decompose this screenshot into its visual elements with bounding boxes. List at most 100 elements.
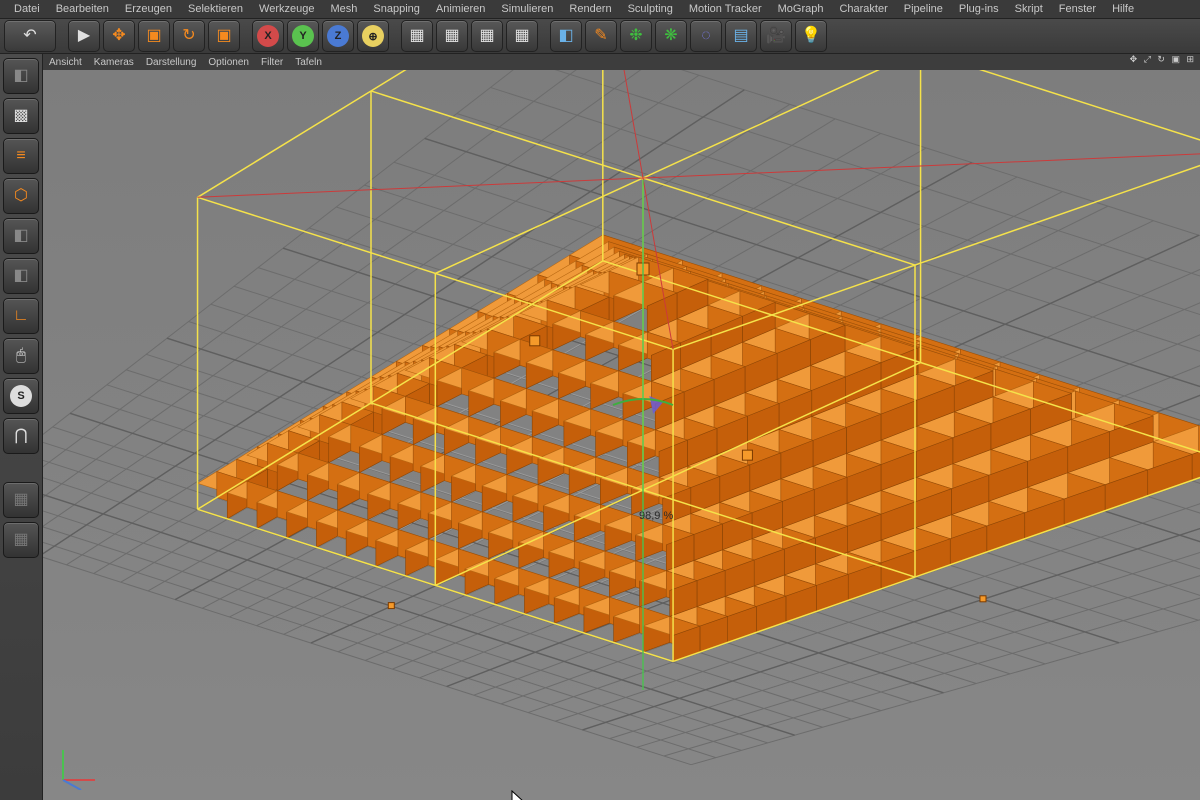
add-floor-button[interactable]: ▤ [725, 20, 757, 52]
model-mode-button[interactable]: ▩ [3, 98, 39, 134]
last-tool[interactable]: ▣ [208, 20, 240, 52]
magnet-icon: ⋂ [14, 428, 27, 444]
add-camera-button[interactable]: 🎥 [760, 20, 792, 52]
world-icon: ⊕ [362, 25, 384, 47]
workplane2-icon: ▦ [13, 532, 28, 548]
texture-icon: ≡ [16, 148, 25, 164]
magnet-button[interactable]: ⋂ [3, 418, 39, 454]
add-environment-button[interactable]: ◌ [690, 20, 722, 52]
scale-icon: ▣ [146, 28, 161, 44]
menu-motiontracker[interactable]: Motion Tracker [681, 2, 770, 16]
poly-icon: ◧ [13, 268, 28, 284]
clapper3-icon: ▦ [479, 28, 494, 44]
viewport-canvas[interactable]: 98,9 % [43, 70, 1200, 800]
rotate-icon: ↻ [182, 28, 195, 44]
undo-button[interactable]: ↶ [4, 20, 56, 52]
menu-skript[interactable]: Skript [1007, 2, 1051, 16]
menu-bearbeiten[interactable]: Bearbeiten [48, 2, 117, 16]
menu-werkzeuge[interactable]: Werkzeuge [251, 2, 322, 16]
menu-fenster[interactable]: Fenster [1051, 2, 1104, 16]
deformer-icon: ❋ [664, 28, 677, 44]
menu-datei[interactable]: Datei [6, 2, 48, 16]
axis-z-toggle[interactable]: Z [322, 20, 354, 52]
add-deformer-button[interactable]: ❋ [655, 20, 687, 52]
edge-icon: ◧ [13, 228, 28, 244]
viewport[interactable]: Ansicht Kameras Darstellung Optionen Fil… [43, 54, 1200, 800]
mouse-icon: 🖱 [16, 348, 26, 364]
world-toggle[interactable]: ⊕ [357, 20, 389, 52]
x-icon: X [257, 25, 279, 47]
vmenu-tafeln[interactable]: Tafeln [295, 57, 322, 68]
light-icon: 💡 [801, 28, 821, 44]
mouse-cursor-icon [511, 790, 529, 800]
axis-x-toggle[interactable]: X [252, 20, 284, 52]
clapper2-icon: ▦ [444, 28, 459, 44]
menu-sculpting[interactable]: Sculpting [620, 2, 681, 16]
menu-mesh[interactable]: Mesh [322, 2, 365, 16]
y-icon: Y [292, 25, 314, 47]
viewport-nav-icons[interactable]: ✥ ⤢ ↻ ▣ ⊞ [1130, 54, 1196, 65]
menu-mograph[interactable]: MoGraph [770, 2, 832, 16]
cursor-icon: ▶ [78, 28, 90, 44]
model-icon: ▩ [13, 108, 28, 124]
snap-toggle-button[interactable]: S [3, 378, 39, 414]
menu-charakter[interactable]: Charakter [831, 2, 895, 16]
add-generator-button[interactable]: ❉ [620, 20, 652, 52]
render-region-button[interactable]: ▦ [506, 20, 538, 52]
point-icon: ⬡ [14, 188, 28, 204]
menu-pipeline[interactable]: Pipeline [896, 2, 951, 16]
point-mode-button[interactable]: ⬡ [3, 178, 39, 214]
scale-percent-label: 98,9 % [639, 510, 673, 522]
vmenu-filter[interactable]: Filter [261, 57, 283, 68]
mode-dock: ◧ ▩ ≡ ⬡ ◧ ◧ ∟ 🖱 S ⋂ ▦ ▦ [0, 54, 43, 800]
clapper-icon: ▦ [409, 28, 424, 44]
render-pv-button[interactable]: ▦ [436, 20, 468, 52]
rotate-tool[interactable]: ↻ [173, 20, 205, 52]
vmenu-darstellung[interactable]: Darstellung [146, 57, 197, 68]
menu-simulieren[interactable]: Simulieren [493, 2, 561, 16]
axis-icon: ∟ [13, 308, 29, 324]
menu-hilfe[interactable]: Hilfe [1104, 2, 1142, 16]
vmenu-kameras[interactable]: Kameras [94, 57, 134, 68]
snap-icon: S [10, 385, 32, 407]
menu-plugins[interactable]: Plug-ins [951, 2, 1007, 16]
menu-erzeugen[interactable]: Erzeugen [117, 2, 180, 16]
menu-snapping[interactable]: Snapping [365, 2, 428, 16]
floor-icon: ▤ [733, 28, 748, 44]
texture-mode-button[interactable]: ≡ [3, 138, 39, 174]
workplane-lock-button[interactable]: ▦ [3, 522, 39, 558]
axis-gizmo-icon [53, 740, 103, 790]
vmenu-ansicht[interactable]: Ansicht [49, 57, 82, 68]
last-icon: ▣ [216, 28, 231, 44]
make-editable-button[interactable]: ◧ [3, 58, 39, 94]
camera-icon: 🎥 [766, 28, 786, 44]
render-settings-button[interactable]: ▦ [471, 20, 503, 52]
scale-tool[interactable]: ▣ [138, 20, 170, 52]
menu-selektieren[interactable]: Selektieren [180, 2, 251, 16]
clapper4-icon: ▦ [514, 28, 529, 44]
add-light-button[interactable]: 💡 [795, 20, 827, 52]
pen-icon: ✎ [594, 28, 607, 44]
viewport-menu: Ansicht Kameras Darstellung Optionen Fil… [43, 54, 1200, 71]
move-icon: ✥ [112, 28, 125, 44]
select-tool[interactable]: ▶ [68, 20, 100, 52]
cube-icon: ◧ [558, 28, 573, 44]
main-menu-bar: Datei Bearbeiten Erzeugen Selektieren We… [0, 0, 1200, 19]
polygon-mode-button[interactable]: ◧ [3, 258, 39, 294]
add-spline-button[interactable]: ✎ [585, 20, 617, 52]
env-icon: ◌ [701, 28, 711, 44]
undo-icon: ↶ [23, 28, 36, 44]
move-tool[interactable]: ✥ [103, 20, 135, 52]
generator-icon: ❉ [629, 28, 642, 44]
add-primitive-button[interactable]: ◧ [550, 20, 582, 52]
workplane-button[interactable]: ▦ [3, 482, 39, 518]
menu-rendern[interactable]: Rendern [561, 2, 619, 16]
axis-y-toggle[interactable]: Y [287, 20, 319, 52]
edge-mode-button[interactable]: ◧ [3, 218, 39, 254]
axis-mode-button[interactable]: ∟ [3, 298, 39, 334]
render-view-button[interactable]: ▦ [401, 20, 433, 52]
menu-animieren[interactable]: Animieren [428, 2, 494, 16]
scene-svg [43, 70, 1200, 800]
vmenu-optionen[interactable]: Optionen [208, 57, 249, 68]
tweak-mode-button[interactable]: 🖱 [3, 338, 39, 374]
